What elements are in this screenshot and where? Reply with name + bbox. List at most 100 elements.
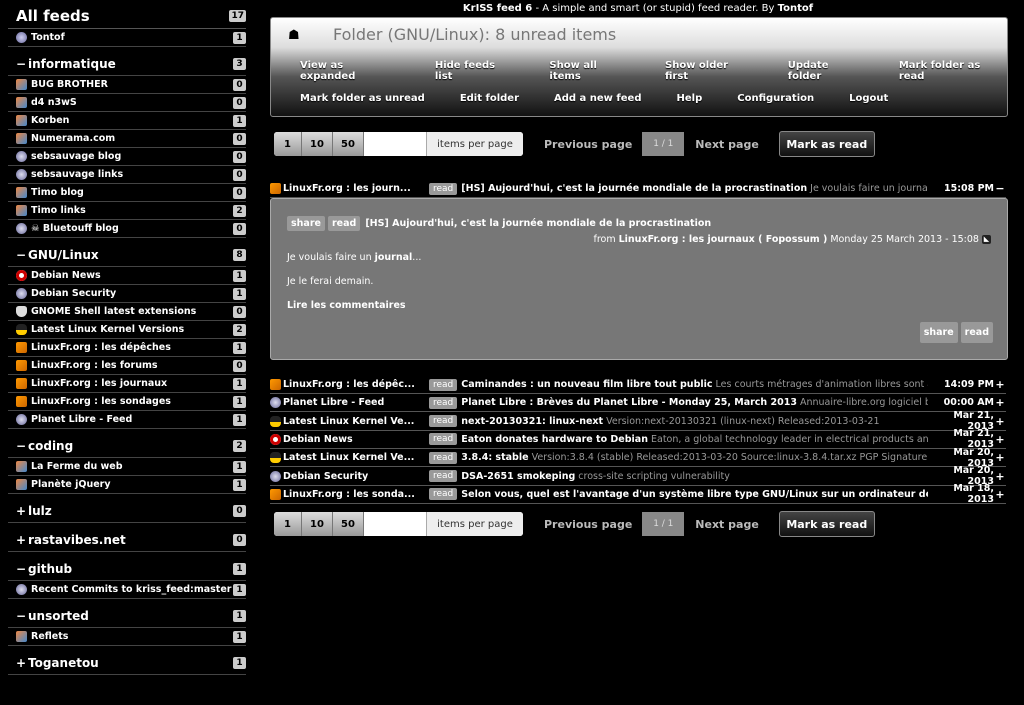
folder-label[interactable]: Toganetou xyxy=(28,656,233,670)
feed-label[interactable]: Latest Linux Kernel Versions xyxy=(31,324,233,335)
folder-row-unsorted[interactable]: − unsorted 1 xyxy=(8,605,246,628)
item-read-button[interactable]: read xyxy=(429,433,458,446)
item-title[interactable]: DSA-2651 smokeping cross-site scripting … xyxy=(461,471,928,482)
mark-as-read-button-bottom[interactable]: Mark as read xyxy=(778,511,875,537)
item-expand-toggle[interactable]: + xyxy=(994,488,1006,501)
feed-row-bug-brother[interactable]: BUG BROTHER 0 xyxy=(8,76,246,94)
item-title-text[interactable]: Eaton donates hardware to Debian xyxy=(461,434,648,445)
read-button-bottom[interactable]: read xyxy=(960,322,993,343)
item-read-button[interactable]: read xyxy=(429,470,458,482)
item-source[interactable]: LinuxFr.org : les sonda... xyxy=(283,489,415,500)
item-row-open[interactable]: LinuxFr.org : les journ... read [HS] Auj… xyxy=(270,180,1006,198)
item-title[interactable]: Selon vous, quel est l'avantage d'un sys… xyxy=(461,489,928,500)
feed-row-recent-commits-to-kriss-feed-master[interactable]: Recent Commits to kriss_feed:master 1 xyxy=(8,581,246,599)
feed-row-linuxfr-org-les-d-p-ches[interactable]: LinuxFr.org : les dépêches 1 xyxy=(8,339,246,357)
share-button[interactable]: share xyxy=(287,216,325,231)
feed-row-debian-news[interactable]: Debian News 1 xyxy=(8,267,246,285)
hide-feeds-list-link[interactable]: Hide feeds list xyxy=(435,60,515,82)
next-page-link[interactable]: Next page xyxy=(695,138,758,151)
feed-row-bluetouff-blog[interactable]: ☠ Bluetouff blog 0 xyxy=(8,220,246,238)
item-title-text[interactable]: Planet Libre : Brèves du Planet Libre - … xyxy=(461,397,797,408)
feed-row-korben[interactable]: Korben 1 xyxy=(8,112,246,130)
mark-folder-unread-link[interactable]: Mark folder as unread xyxy=(300,93,425,104)
item-collapse-toggle[interactable]: − xyxy=(994,182,1006,195)
feed-label[interactable]: d4 n3wS xyxy=(31,97,233,108)
folder-row-github[interactable]: − github 1 xyxy=(8,558,246,581)
per-page-input-bottom[interactable] xyxy=(364,512,426,536)
rss-icon[interactable]: ◣ xyxy=(982,235,991,244)
item-title[interactable]: 3.8.4: stable Version:3.8.4 (stable) Rel… xyxy=(461,452,928,463)
previous-page-link[interactable]: Previous page xyxy=(544,138,632,151)
mark-as-read-button[interactable]: Mark as read xyxy=(778,131,875,157)
item-source[interactable]: Latest Linux Kernel Ve... xyxy=(283,452,415,463)
item-title[interactable]: Caminandes : un nouveau film libre tout … xyxy=(461,379,928,390)
per-page-1-button[interactable]: 1 xyxy=(274,132,302,156)
configuration-link[interactable]: Configuration xyxy=(737,93,814,104)
item-title-text[interactable]: Caminandes : un nouveau film libre tout … xyxy=(461,379,712,390)
feed-row-latest-linux-kernel-versions[interactable]: Latest Linux Kernel Versions 2 xyxy=(8,321,246,339)
item-title[interactable]: [HS] Aujourd'hui, c'est la journée mondi… xyxy=(461,183,928,194)
view-expanded-link[interactable]: View as expanded xyxy=(300,60,400,82)
feed-row-plan-te-jquery[interactable]: Planète jQuery 1 xyxy=(8,476,246,494)
folder-row-rastavibes-net[interactable]: + rastavibes.net 0 xyxy=(8,529,246,552)
item-title-text[interactable]: DSA-2651 smokeping xyxy=(461,471,575,482)
feed-label[interactable]: Planète jQuery xyxy=(31,479,233,490)
feed-row-tontof[interactable]: Tontof 1 xyxy=(8,29,246,47)
feed-label[interactable]: BUG BROTHER xyxy=(31,79,233,90)
per-page-1-button-bottom[interactable]: 1 xyxy=(274,512,302,536)
show-all-items-link[interactable]: Show all items xyxy=(549,60,630,82)
item-source[interactable]: Debian Security xyxy=(283,471,415,482)
item-title[interactable]: next-20130321: linux-next Version:next-2… xyxy=(461,416,928,427)
folder-label[interactable]: informatique xyxy=(28,57,233,71)
feed-label[interactable]: La Ferme du web xyxy=(31,461,233,472)
feed-label[interactable]: Debian News xyxy=(31,270,233,281)
feed-label[interactable]: Numerama.com xyxy=(31,133,233,144)
feed-row-planet-libre-feed[interactable]: Planet Libre - Feed 1 xyxy=(8,411,246,429)
folder-toggle[interactable]: − xyxy=(16,562,28,576)
feed-label[interactable]: sebsauvage links xyxy=(31,169,233,180)
folder-label[interactable]: lulz xyxy=(28,504,233,518)
folder-row-coding[interactable]: − coding 2 xyxy=(8,435,246,458)
item-title[interactable]: Planet Libre : Brèves du Planet Libre - … xyxy=(461,397,928,408)
expanded-item-title[interactable]: [HS] Aujourd'hui, c'est la journée mondi… xyxy=(365,218,711,229)
feed-label[interactable]: Recent Commits to kriss_feed:master xyxy=(31,584,233,595)
item-expand-toggle[interactable]: + xyxy=(994,396,1006,409)
item-row[interactable]: Latest Linux Kernel Ve... read next-201303… xyxy=(270,410,1006,432)
feed-label[interactable]: Korben xyxy=(31,115,233,126)
update-folder-link[interactable]: Update folder xyxy=(788,60,864,82)
item-read-button[interactable]: read xyxy=(429,396,458,409)
item-expand-toggle[interactable]: + xyxy=(994,433,1006,446)
from-source-link[interactable]: LinuxFr.org : les journaux ( Fopossum ) xyxy=(619,234,828,245)
feed-row-numerama-com[interactable]: Numerama.com 0 xyxy=(8,130,246,148)
journal-link[interactable]: journal xyxy=(375,252,413,263)
item-source[interactable]: LinuxFr.org : les journ... xyxy=(283,183,415,194)
add-feed-link[interactable]: Add a new feed xyxy=(554,93,641,104)
item-expand-toggle[interactable]: + xyxy=(994,451,1006,464)
share-button-bottom[interactable]: share xyxy=(919,322,958,343)
folder-row-informatique[interactable]: − informatique 3 xyxy=(8,53,246,76)
item-title[interactable]: Eaton donates hardware to Debian Eaton, … xyxy=(461,434,928,445)
item-row[interactable]: Planet Libre - Feed read Planet Libre : Br… xyxy=(270,394,1006,413)
next-page-link-bottom[interactable]: Next page xyxy=(695,518,758,531)
feed-row-reflets[interactable]: Reflets 1 xyxy=(8,628,246,646)
folder-toggle[interactable]: − xyxy=(16,57,28,71)
help-link[interactable]: Help xyxy=(676,93,702,104)
folder-row-lulz[interactable]: + lulz 0 xyxy=(8,500,246,523)
feed-row-linuxfr-org-les-forums[interactable]: LinuxFr.org : les forums 0 xyxy=(8,357,246,375)
folder-row-gnu-linux[interactable]: − GNU/Linux 8 xyxy=(8,244,246,267)
edit-folder-link[interactable]: Edit folder xyxy=(460,93,519,104)
item-read-button[interactable]: read xyxy=(429,488,458,501)
feed-label[interactable]: LinuxFr.org : les dépêches xyxy=(31,342,233,353)
feed-label[interactable]: sebsauvage blog xyxy=(31,151,233,162)
per-page-10-button[interactable]: 10 xyxy=(302,132,333,156)
per-page-input[interactable] xyxy=(364,132,426,156)
item-row[interactable]: LinuxFr.org : les dépêc... read Caminandes… xyxy=(270,376,1006,394)
feed-row-d4-n3ws[interactable]: d4 n3wS 0 xyxy=(8,94,246,112)
folder-toggle[interactable]: + xyxy=(16,533,28,547)
feed-row-debian-security[interactable]: Debian Security 1 xyxy=(8,285,246,303)
folder-toggle[interactable]: − xyxy=(16,248,28,262)
per-page-50-button[interactable]: 50 xyxy=(333,132,364,156)
feed-label[interactable]: ☠ Bluetouff blog xyxy=(31,223,233,234)
folder-toggle[interactable]: − xyxy=(16,439,28,453)
folder-row-toganetou[interactable]: + Toganetou 1 xyxy=(8,652,246,675)
